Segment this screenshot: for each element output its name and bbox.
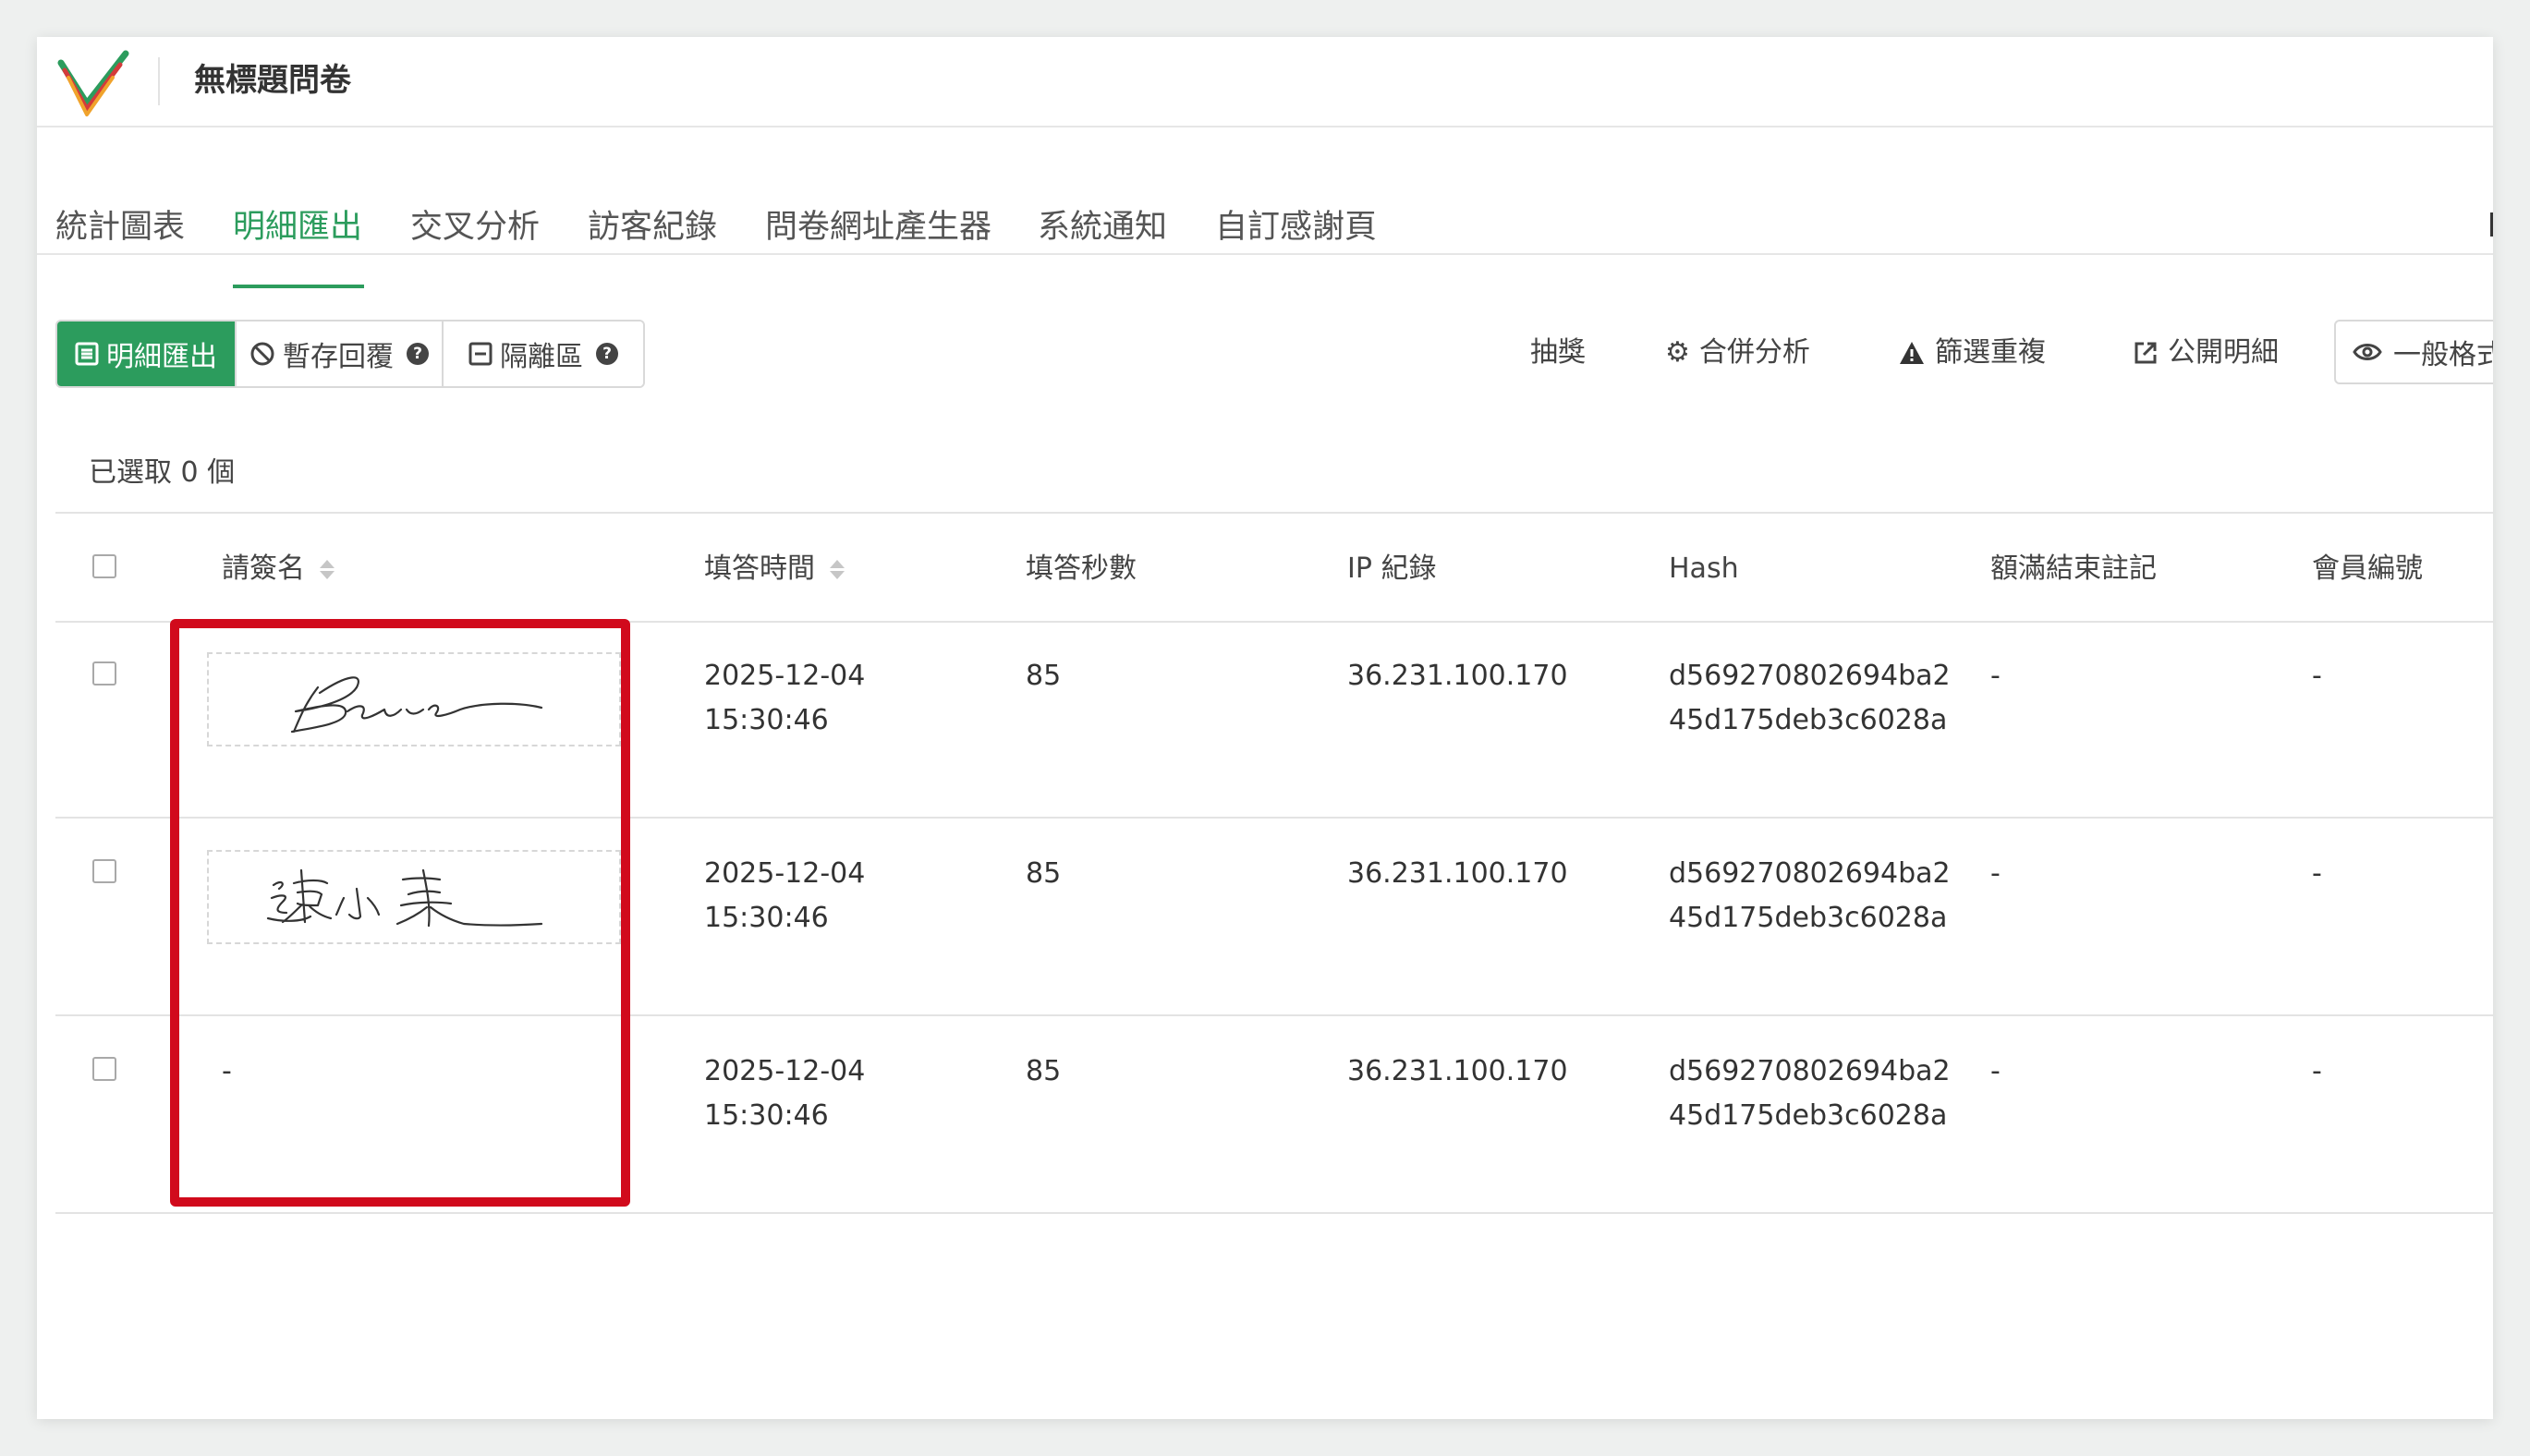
column-header-signature[interactable]: 請簽名 [222, 551, 334, 588]
tab-bar: 統計圖表 明細匯出 交叉分析 訪客紀錄 問卷網址產生器 系統通知 自訂感謝頁 [37, 126, 2493, 288]
row-checkbox[interactable] [92, 859, 116, 883]
select-all-checkbox[interactable] [92, 554, 116, 578]
full-note: - [1990, 1055, 2001, 1087]
hash-line-1: d569270802694ba2 [1669, 660, 1951, 692]
quarantine-button[interactable]: 隔離區 ? [444, 322, 643, 386]
public-detail-label: 公開明細 [2168, 336, 2279, 369]
tab-detail-export[interactable]: 明細匯出 [233, 207, 362, 248]
form-title: 無標題問卷 [194, 62, 351, 99]
hash-line-1: d569270802694ba2 [1669, 1055, 1951, 1087]
full-note: - [1990, 660, 2001, 692]
minus-square-icon [468, 342, 493, 366]
detail-export-label: 明細匯出 [106, 341, 217, 373]
column-header-time[interactable]: 填答時間 [704, 551, 845, 588]
response-date: 2025-12-04 [704, 1055, 866, 1087]
hash-value: d569270802694ba2 45d175deb3c6028a [1669, 852, 1951, 940]
filter-duplicates-button[interactable]: 篩選重複 [1898, 334, 2046, 371]
help-icon[interactable]: ? [596, 343, 618, 365]
row-checkbox[interactable] [92, 661, 116, 686]
list-icon [75, 342, 99, 366]
response-clock: 15:30:46 [704, 902, 829, 934]
response-seconds: 85 [1026, 857, 1062, 890]
hash-value: d569270802694ba2 45d175deb3c6028a [1669, 654, 1951, 743]
tab-notifications[interactable]: 系統通知 [1038, 207, 1167, 248]
column-header-seconds: 填答秒數 [1026, 552, 1137, 585]
warning-icon [1900, 342, 1924, 364]
signature-empty: - [222, 1055, 232, 1087]
app-window: 無標題問卷 統計圖表 明細匯出 交叉分析 訪客紀錄 問卷網址產生器 系統通知 自… [37, 37, 2493, 1419]
selection-count: 已選取 0 個 [89, 456, 236, 489]
quarantine-label: 隔離區 [500, 341, 583, 373]
ip-address: 36.231.100.170 [1347, 660, 1568, 692]
hash-value: d569270802694ba2 45d175deb3c6028a [1669, 1050, 1951, 1138]
public-detail-button[interactable]: 公開明細 [2133, 334, 2279, 371]
tab-edge-mark [2490, 212, 2493, 237]
hash-line-2: 45d175deb3c6028a [1669, 902, 1948, 934]
table-row[interactable]: - 2025-12-04 15:30:46 85 36.231.100.170 … [55, 1016, 2493, 1214]
table-row[interactable]: 2025-12-04 15:30:46 85 36.231.100.170 d5… [55, 621, 2493, 819]
member-id: - [2312, 857, 2322, 890]
lottery-label: 抽獎 [1530, 336, 1586, 369]
tab-visitor-log[interactable]: 訪客紀錄 [588, 207, 717, 248]
ip-address: 36.231.100.170 [1347, 857, 1568, 890]
tab-thank-you-page[interactable]: 自訂感謝頁 [1215, 207, 1377, 248]
column-label: 填答時間 [704, 552, 815, 585]
response-date: 2025-12-04 [704, 857, 866, 890]
member-id: - [2312, 660, 2322, 692]
column-header-full-note: 額滿結束註記 [1990, 552, 2157, 585]
signature-image [207, 652, 621, 746]
column-header-ip: IP 紀錄 [1347, 552, 1437, 585]
sort-icon[interactable] [320, 559, 334, 579]
row-checkbox[interactable] [92, 1057, 116, 1081]
view-button-group: 明細匯出 暫存回覆 ? 隔離區 ? [55, 320, 645, 388]
tab-cross-analysis[interactable]: 交叉分析 [410, 207, 540, 248]
response-time: 2025-12-04 15:30:46 [704, 1050, 865, 1138]
signature-image [207, 850, 621, 944]
response-seconds: 85 [1026, 660, 1062, 692]
response-time: 2025-12-04 15:30:46 [704, 654, 865, 743]
response-date: 2025-12-04 [704, 660, 866, 692]
draft-responses-label: 暫存回覆 [283, 341, 394, 373]
gear-icon: ⚙ [1665, 336, 1690, 369]
table-header: 請簽名 填答時間 填答秒數 IP 紀錄 Hash 額滿結束註記 會員編號 [55, 512, 2493, 623]
lottery-button[interactable]: 抽獎 [1530, 334, 1586, 371]
sort-icon[interactable] [830, 559, 845, 579]
hash-line-2: 45d175deb3c6028a [1669, 704, 1948, 736]
column-header-member-id: 會員編號 [2312, 552, 2423, 585]
response-seconds: 85 [1026, 1055, 1062, 1087]
tab-statistics[interactable]: 統計圖表 [55, 207, 185, 248]
response-time: 2025-12-04 15:30:46 [704, 852, 865, 940]
eye-icon [2353, 344, 2382, 360]
response-clock: 15:30:46 [704, 1099, 829, 1132]
external-link-icon [2135, 342, 2157, 364]
tab-url-generator[interactable]: 問卷網址產生器 [765, 207, 991, 248]
logo-icon [57, 50, 129, 116]
response-clock: 15:30:46 [704, 704, 829, 736]
column-label: 請簽名 [222, 552, 305, 585]
header-divider [158, 57, 160, 105]
format-label: 一般格式 [2393, 339, 2493, 371]
hash-line-2: 45d175deb3c6028a [1669, 1099, 1948, 1132]
table-row[interactable]: 2025-12-04 15:30:46 85 36.231.100.170 d5… [55, 819, 2493, 1016]
merge-analysis-button[interactable]: ⚙ 合併分析 [1665, 334, 1810, 371]
ban-icon [250, 342, 274, 366]
active-tab-indicator [233, 285, 364, 288]
format-toggle-button[interactable]: 一般格式 [2334, 320, 2493, 384]
ip-address: 36.231.100.170 [1347, 1055, 1568, 1087]
help-icon[interactable]: ? [407, 343, 429, 365]
member-id: - [2312, 1055, 2322, 1087]
merge-analysis-label: 合併分析 [1698, 336, 1810, 369]
detail-export-button[interactable]: 明細匯出 [57, 322, 237, 386]
filter-duplicates-label: 篩選重複 [1935, 336, 2046, 369]
column-header-hash: Hash [1669, 552, 1739, 585]
full-note: - [1990, 857, 2001, 890]
draft-responses-button[interactable]: 暫存回覆 ? [237, 322, 444, 386]
hash-line-1: d569270802694ba2 [1669, 857, 1951, 890]
top-bar: 無標題問卷 [37, 37, 2493, 127]
